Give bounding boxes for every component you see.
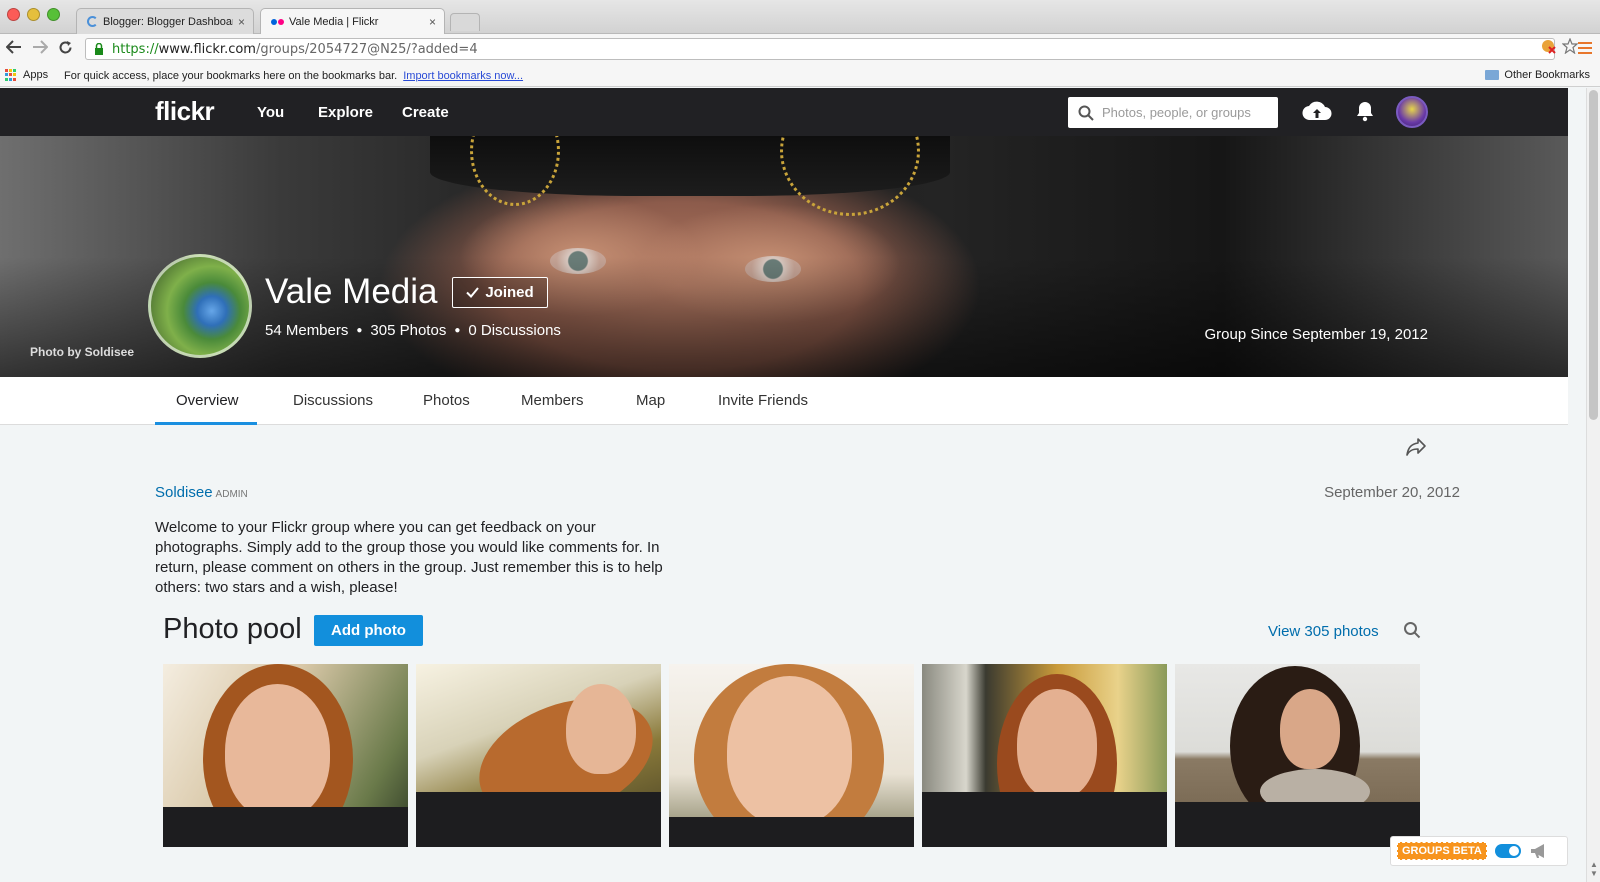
apps-grid-icon	[5, 69, 17, 81]
loading-spinner-icon	[87, 16, 98, 27]
import-bookmarks-link[interactable]: Import bookmarks now...	[403, 70, 523, 82]
active-tab-indicator	[155, 422, 257, 425]
browser-tab-blogger[interactable]: Blogger: Blogger Dashboar ×	[76, 8, 254, 34]
groups-beta-badge: GROUPS BETA	[1397, 842, 1487, 860]
other-bookmarks[interactable]: Other Bookmarks	[1485, 69, 1590, 81]
cover-photo-credit[interactable]: Photo by Soldisee	[30, 345, 134, 359]
group-subnav: Overview Discussions Photos Members Map …	[0, 377, 1568, 425]
tab-close-icon[interactable]: ×	[238, 15, 245, 29]
pool-photo[interactable]	[922, 664, 1167, 847]
tab-invite-friends[interactable]: Invite Friends	[718, 392, 808, 409]
browser-menu-icon[interactable]	[1578, 42, 1592, 57]
photos-count-link[interactable]: 305 Photos	[370, 322, 446, 339]
members-count-link[interactable]: 54 Members	[265, 322, 348, 339]
url-path: /groups/2054727@N25/?added=4	[255, 41, 478, 57]
feedback-megaphone-icon[interactable]	[1529, 843, 1549, 859]
admin-role-label: ADMIN	[215, 489, 248, 500]
photo-pool-title: Photo pool	[163, 613, 302, 645]
bookmark-star-icon[interactable]	[1562, 38, 1578, 54]
checkmark-icon	[466, 287, 480, 298]
new-tab-button[interactable]	[450, 13, 480, 31]
separator-dot: ●	[356, 325, 363, 336]
discussions-count-link[interactable]: 0 Discussions	[468, 322, 561, 339]
tab-title: Vale Media | Flickr	[289, 15, 379, 28]
nav-explore[interactable]: Explore	[318, 104, 373, 121]
flickr-header: flickr You Explore Create	[0, 88, 1568, 136]
other-bookmarks-label: Other Bookmarks	[1504, 69, 1590, 81]
user-avatar[interactable]	[1396, 96, 1428, 128]
groups-beta-toggle[interactable]	[1494, 844, 1521, 858]
joined-button[interactable]: Joined	[452, 277, 548, 308]
group-description: Welcome to your Flickr group where you c…	[155, 519, 663, 596]
tab-members[interactable]: Members	[521, 392, 584, 409]
tab-overview[interactable]: Overview	[176, 392, 239, 409]
search-box	[1068, 97, 1278, 128]
share-icon[interactable]	[1405, 437, 1427, 457]
scrollbar-thumb[interactable]	[1589, 90, 1598, 420]
pool-search-icon[interactable]	[1403, 621, 1421, 639]
tab-close-icon[interactable]: ×	[429, 15, 436, 29]
group-cover-photo: Vale Media Joined 54 Members ● 305 Photo…	[0, 136, 1568, 377]
folder-icon	[1485, 70, 1500, 80]
notifications-bell-icon[interactable]	[1355, 100, 1375, 122]
search-icon	[1078, 105, 1094, 121]
flickr-favicon-icon	[271, 18, 284, 25]
add-photo-button[interactable]: Add photo	[314, 615, 423, 646]
bookmarks-hint: For quick access, place your bookmarks h…	[64, 70, 398, 82]
cover-chain-right	[780, 136, 920, 216]
url-field[interactable]: https://www.flickr.com/groups/2054727@N2…	[85, 38, 1555, 60]
group-title: Vale Media	[265, 272, 438, 311]
url-scheme: https://	[112, 41, 159, 57]
page-scrollbar[interactable]: ▲ ▼	[1586, 88, 1600, 882]
photo-pool-grid	[163, 664, 1420, 847]
bookmarks-bar: Apps For quick access, place your bookma…	[0, 64, 1600, 87]
reload-icon[interactable]	[58, 40, 73, 59]
joined-label: Joined	[485, 284, 534, 301]
groups-beta-widget: GROUPS BETA	[1390, 836, 1568, 866]
url-host: www.flickr.com	[158, 41, 256, 57]
tab-discussions[interactable]: Discussions	[293, 392, 373, 409]
browser-tab-bar: Blogger: Blogger Dashboar × Vale Media |…	[0, 0, 1600, 34]
address-bar-row: https://www.flickr.com/groups/2054727@N2…	[0, 34, 1600, 64]
admin-username-link[interactable]: Soldisee	[155, 484, 213, 501]
view-all-photos-link[interactable]: View 305 photos	[1268, 623, 1379, 640]
search-input[interactable]	[1102, 105, 1272, 120]
upload-cloud-icon[interactable]	[1302, 100, 1332, 122]
group-since-date: Group Since September 19, 2012	[1204, 326, 1428, 343]
cover-chain-left	[470, 136, 560, 206]
tab-title: Blogger: Blogger Dashboar	[103, 15, 233, 28]
pool-photo[interactable]	[669, 664, 914, 847]
lock-icon	[95, 43, 103, 55]
back-arrow-icon[interactable]	[5, 40, 22, 58]
pool-photo[interactable]	[1175, 664, 1420, 847]
pool-photo[interactable]	[416, 664, 661, 847]
post-date: September 20, 2012	[1324, 484, 1460, 501]
apps-shortcut[interactable]: Apps	[5, 69, 48, 81]
nav-you[interactable]: You	[257, 104, 284, 121]
flickr-logo[interactable]: flickr	[155, 96, 215, 127]
pool-photo[interactable]	[163, 664, 408, 847]
browser-tab-flickr[interactable]: Vale Media | Flickr ×	[260, 8, 445, 34]
apps-label: Apps	[23, 69, 49, 81]
tab-map[interactable]: Map	[636, 392, 665, 409]
blocked-popup-icon[interactable]	[1540, 38, 1556, 54]
close-window-button[interactable]	[7, 8, 20, 21]
nav-create[interactable]: Create	[402, 104, 449, 121]
zoom-window-button[interactable]	[47, 8, 60, 21]
group-avatar[interactable]	[148, 254, 252, 358]
forward-arrow-icon[interactable]	[32, 40, 49, 58]
scroll-arrows-icon[interactable]: ▲ ▼	[1590, 860, 1598, 878]
tab-photos[interactable]: Photos	[423, 392, 470, 409]
separator-dot: ●	[454, 325, 461, 336]
minimize-window-button[interactable]	[27, 8, 40, 21]
